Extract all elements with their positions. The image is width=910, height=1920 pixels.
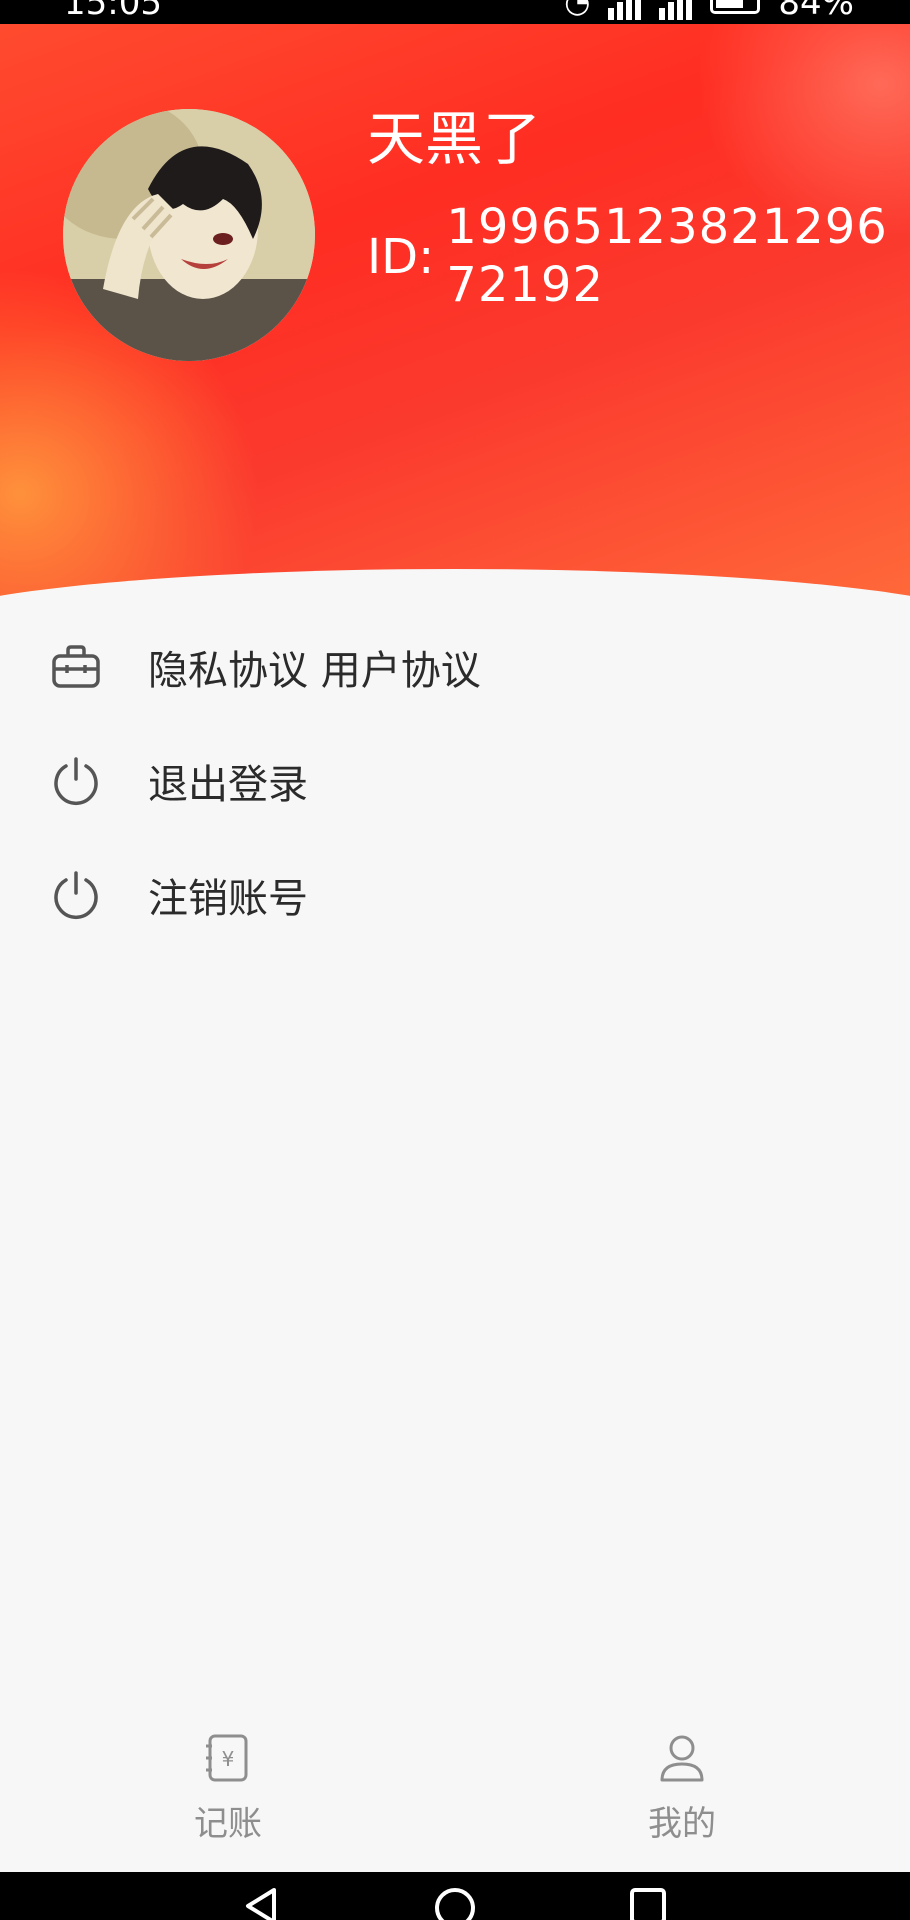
- bottom-nav: ¥ 记账 我的: [0, 1712, 910, 1872]
- battery-percent: 84%: [778, 0, 854, 23]
- user-id-label: ID:: [367, 229, 435, 285]
- user-id-value: 1996512382129672192: [446, 199, 888, 313]
- system-nav-bar: [0, 1872, 910, 1920]
- menu-item-label: 隐私协议 用户协议: [148, 648, 481, 694]
- status-icons: ◔ 84%: [564, 0, 854, 20]
- menu-item-logout[interactable]: 退出登录: [0, 724, 910, 838]
- power-icon: [48, 867, 104, 923]
- user-icon: [660, 1735, 704, 1782]
- profile-header: 天黑了 ID: 1996512382129672192: [0, 24, 910, 608]
- svg-text:¥: ¥: [222, 1747, 235, 1771]
- avatar[interactable]: [63, 109, 315, 361]
- status-bar: 15:05 ◔ 84%: [0, 0, 910, 24]
- recents-icon[interactable]: [628, 1886, 668, 1920]
- menu-item-label: 注销账号: [148, 876, 308, 922]
- tab-mine[interactable]: 我的: [592, 1730, 772, 1860]
- back-icon[interactable]: [240, 1886, 280, 1920]
- signal-icon-2: [659, 0, 693, 20]
- signal-icon: [608, 0, 642, 20]
- battery-icon: [710, 0, 761, 14]
- ledger-icon: ¥: [206, 1734, 248, 1782]
- menu-item-agreements[interactable]: 隐私协议 用户协议: [0, 610, 910, 724]
- home-icon[interactable]: [433, 1886, 477, 1920]
- tab-ledger-label: 记账: [194, 1804, 262, 1844]
- briefcase-icon: [48, 639, 104, 695]
- power-icon: [48, 753, 104, 809]
- header-wave: [0, 569, 910, 608]
- settings-menu: 隐私协议 用户协议 退出登录 注销账号: [0, 610, 910, 952]
- menu-item-delete-account[interactable]: 注销账号: [0, 838, 910, 952]
- wifi-icon: ◔: [564, 0, 591, 20]
- menu-item-label: 退出登录: [148, 762, 308, 808]
- user-id: ID: 1996512382129672192: [367, 198, 907, 314]
- tab-ledger[interactable]: ¥ 记账: [138, 1730, 318, 1860]
- tab-mine-label: 我的: [648, 1804, 716, 1844]
- username: 天黑了: [367, 105, 542, 173]
- status-time: 15:05: [64, 0, 162, 23]
- avatar-image: [63, 109, 315, 361]
